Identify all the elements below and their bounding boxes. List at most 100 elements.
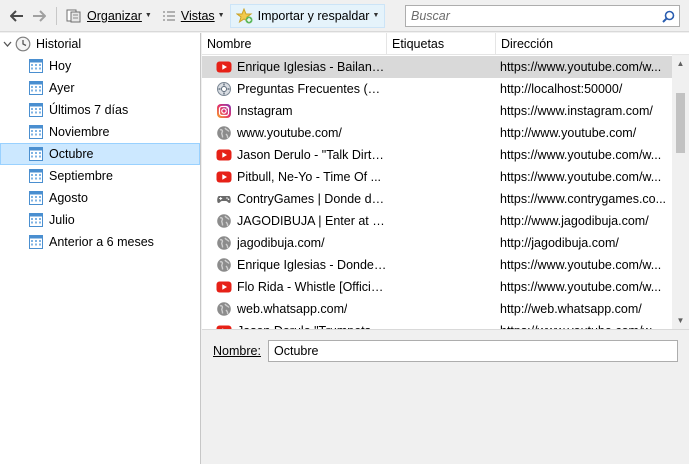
toolbar-separator <box>56 6 57 25</box>
table-row[interactable]: web.whatsapp.com/http://web.whatsapp.com… <box>202 298 672 320</box>
calendar-icon <box>29 191 43 205</box>
organize-menu-button[interactable]: Organizar ▼ <box>61 4 157 28</box>
name-cell: Enrique Iglesias - Bailando... <box>202 56 387 78</box>
row-title: jagodibuja.com/ <box>237 236 325 250</box>
globe-icon <box>216 257 232 273</box>
search-icon[interactable] <box>659 7 677 25</box>
sidebar-item-label: Últimos 7 días <box>49 103 129 117</box>
arrow-right-icon <box>33 9 46 22</box>
url-cell: https://www.youtube.com/w... <box>500 258 662 272</box>
url-cell: http://web.whatsapp.com/ <box>500 302 642 316</box>
table-row[interactable]: Instagram https://www.instagram.com/ <box>202 100 672 122</box>
tags-cell <box>387 254 496 276</box>
calendar-icon <box>29 235 43 249</box>
row-title: Instagram <box>237 104 293 118</box>
chevron-down-icon: ▼ <box>144 12 152 19</box>
sidebar-item[interactable]: Julio <box>0 209 200 231</box>
back-button[interactable] <box>6 5 28 27</box>
youtube-icon <box>216 279 232 295</box>
clock-icon <box>15 36 31 52</box>
sidebar-root-history[interactable]: Historial <box>0 33 200 55</box>
calendar-icon <box>29 103 43 117</box>
name-field[interactable] <box>268 340 678 362</box>
table-row[interactable]: ContryGames | Donde des... https://www.co… <box>202 188 672 210</box>
chevron-down-icon[interactable] <box>3 41 15 48</box>
controller-icon <box>216 191 232 207</box>
table-row[interactable]: www.youtube.com/http://www.youtube.com/ <box>202 122 672 144</box>
scroll-down-arrow[interactable]: ▼ <box>672 312 689 329</box>
globe-icon <box>216 235 232 251</box>
calendar-icon <box>29 59 43 73</box>
name-cell: Enrique Iglesias - Donde E... <box>202 254 387 276</box>
youtube-icon <box>216 169 232 185</box>
page-gear-icon <box>216 81 232 97</box>
sidebar-item[interactable]: Noviembre <box>0 121 200 143</box>
table-row[interactable]: JAGODIBUJA | Enter at you... http://www.j… <box>202 210 672 232</box>
url-cell: http://www.jagodibuja.com/ <box>500 214 649 228</box>
views-menu-button[interactable]: Vistas ▼ <box>157 4 230 28</box>
calendar-icon <box>29 213 43 227</box>
sidebar-item[interactable]: Septiembre <box>0 165 200 187</box>
sidebar-item[interactable]: Agosto <box>0 187 200 209</box>
forward-button[interactable] <box>28 5 50 27</box>
organize-label: Organizar <box>87 8 142 23</box>
youtube-icon <box>216 59 232 75</box>
organize-icon <box>66 9 82 23</box>
row-title: web.whatsapp.com/ <box>237 302 348 316</box>
calendar-icon <box>29 169 43 183</box>
name-cell: Jason Derulo - "Talk Dirty"... <box>202 144 387 166</box>
sidebar-item-label: Ayer <box>49 81 75 95</box>
sidebar-item-label: Octubre <box>49 147 94 161</box>
tags-cell <box>387 320 496 329</box>
youtube-icon <box>216 147 232 163</box>
sidebar-item[interactable]: Anterior a 6 meses <box>0 231 200 253</box>
sidebar-item[interactable]: Ayer <box>0 77 200 99</box>
tags-cell <box>387 144 496 166</box>
tags-cell <box>387 210 496 232</box>
instagram-icon <box>216 103 232 119</box>
sidebar-item-label: Anterior a 6 meses <box>49 235 154 249</box>
tags-cell <box>387 276 496 298</box>
column-header-name[interactable]: Nombre <box>202 33 387 55</box>
name-cell: Preguntas Frecuentes (Co... <box>202 78 387 100</box>
sidebar-root-label: Historial <box>36 37 82 51</box>
scroll-up-arrow[interactable]: ▲ <box>672 55 689 72</box>
list-view-icon <box>162 10 176 22</box>
sidebar-item-label: Julio <box>49 213 75 227</box>
toolbar: Organizar ▼ Vistas ▼ Importar y respalda… <box>0 0 689 32</box>
column-header-tags[interactable]: Etiquetas <box>387 33 496 55</box>
name-cell: web.whatsapp.com/ <box>202 298 387 320</box>
globe-icon <box>216 213 232 229</box>
vertical-scrollbar[interactable]: ▲ ▼ <box>672 55 689 329</box>
search-input[interactable] <box>406 6 659 26</box>
name-field-label: Nombre: <box>213 344 261 358</box>
url-cell: https://www.youtube.com/w... <box>500 60 662 74</box>
globe-icon <box>216 125 232 141</box>
table-row[interactable]: Pitbull, Ne-Yo - Time Of ... https://www.… <box>202 166 672 188</box>
table-row[interactable]: Enrique Iglesias - Donde E... https://www… <box>202 254 672 276</box>
row-title: www.youtube.com/ <box>237 126 342 140</box>
table-row[interactable]: Jason Derulo "Trumpets" (... https://www.… <box>202 320 672 329</box>
url-cell: https://www.youtube.com/w... <box>500 170 662 184</box>
table-row[interactable]: jagodibuja.com/http://jagodibuja.com/ <box>202 232 672 254</box>
sidebar-item[interactable]: Últimos 7 días <box>0 99 200 121</box>
sidebar-item[interactable]: Hoy <box>0 55 200 77</box>
scrollbar-thumb[interactable] <box>676 93 685 153</box>
tags-cell <box>387 56 496 78</box>
import-label: Importar y respaldar <box>257 8 370 23</box>
table-row[interactable]: Flo Rida - Whistle [Official... https://w… <box>202 276 672 298</box>
sidebar-item[interactable]: Octubre <box>0 143 200 165</box>
name-cell: JAGODIBUJA | Enter at you... <box>202 210 387 232</box>
column-header-row: Nombre Etiquetas Dirección <box>202 33 689 55</box>
table-row[interactable]: Jason Derulo - "Talk Dirty"... https://ww… <box>202 144 672 166</box>
table-row[interactable]: Preguntas Frecuentes (Co... http://localh… <box>202 78 672 100</box>
import-backup-menu-button[interactable]: Importar y respaldar ▼ <box>229 3 386 28</box>
sidebar-item-label: Agosto <box>49 191 88 205</box>
column-header-url[interactable]: Dirección <box>496 33 672 55</box>
history-list: Nombre Etiquetas Dirección Enrique Igles… <box>202 33 689 329</box>
tags-cell <box>387 122 496 144</box>
table-row[interactable]: Enrique Iglesias - Bailando... https://ww… <box>202 56 672 78</box>
row-title: Preguntas Frecuentes (Co... <box>237 82 387 96</box>
url-cell: https://www.youtube.com/w... <box>500 280 662 294</box>
row-title: Jason Derulo - "Talk Dirty"... <box>237 148 387 162</box>
